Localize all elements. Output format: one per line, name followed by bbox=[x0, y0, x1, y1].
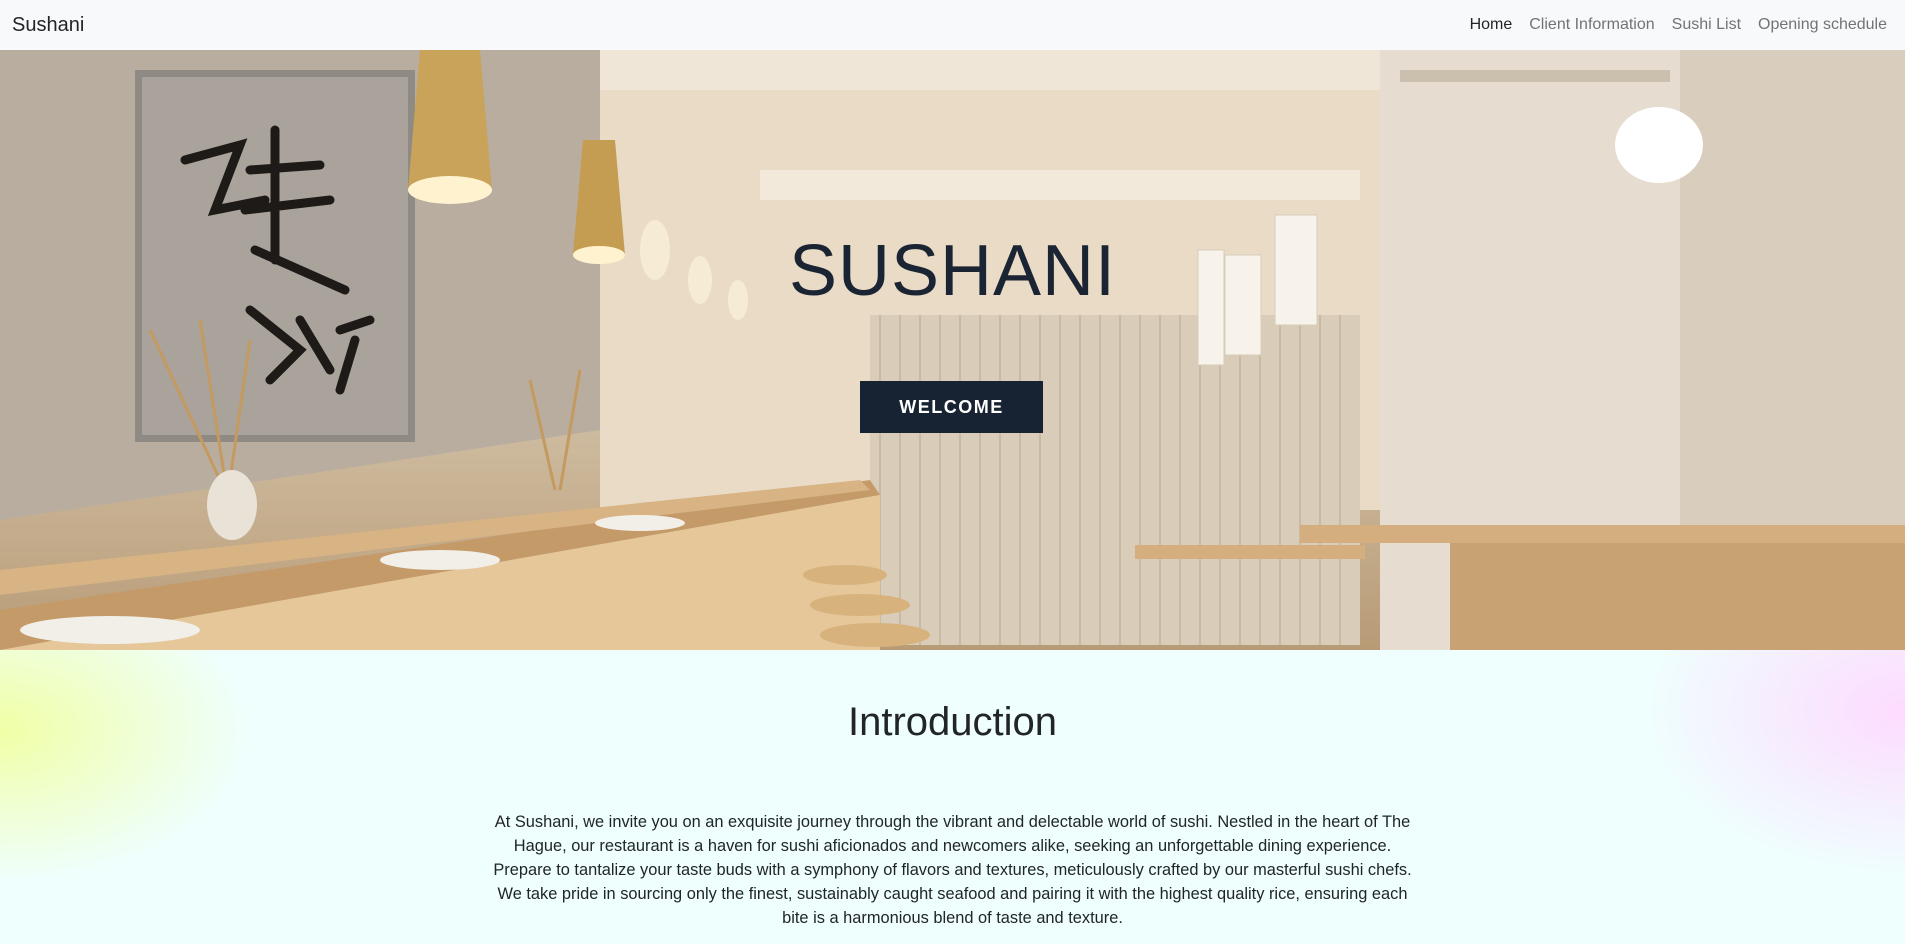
hero-background-image bbox=[0, 50, 1905, 650]
nav-links: Home Client Information Sushi List Openi… bbox=[1470, 16, 1887, 34]
introduction-heading: Introduction bbox=[847, 700, 1058, 744]
nav-link-opening-schedule[interactable]: Opening schedule bbox=[1758, 16, 1887, 34]
hero-title: SUSHANI bbox=[788, 231, 1117, 311]
nav-link-home[interactable]: Home bbox=[1470, 16, 1513, 34]
nav-link-client-information[interactable]: Client Information bbox=[1529, 16, 1654, 34]
welcome-button[interactable]: WELCOME bbox=[860, 381, 1043, 433]
introduction-section: Introduction At Sushani, we invite you o… bbox=[0, 650, 1905, 944]
hero-section: SUSHANI WELCOME bbox=[0, 50, 1905, 650]
brand-link[interactable]: Sushani bbox=[12, 14, 84, 37]
nav-link-sushi-list[interactable]: Sushi List bbox=[1672, 16, 1741, 34]
introduction-text: At Sushani, we invite you on an exquisit… bbox=[493, 813, 1412, 927]
navbar: Sushani Home Client Information Sushi Li… bbox=[0, 0, 1905, 50]
